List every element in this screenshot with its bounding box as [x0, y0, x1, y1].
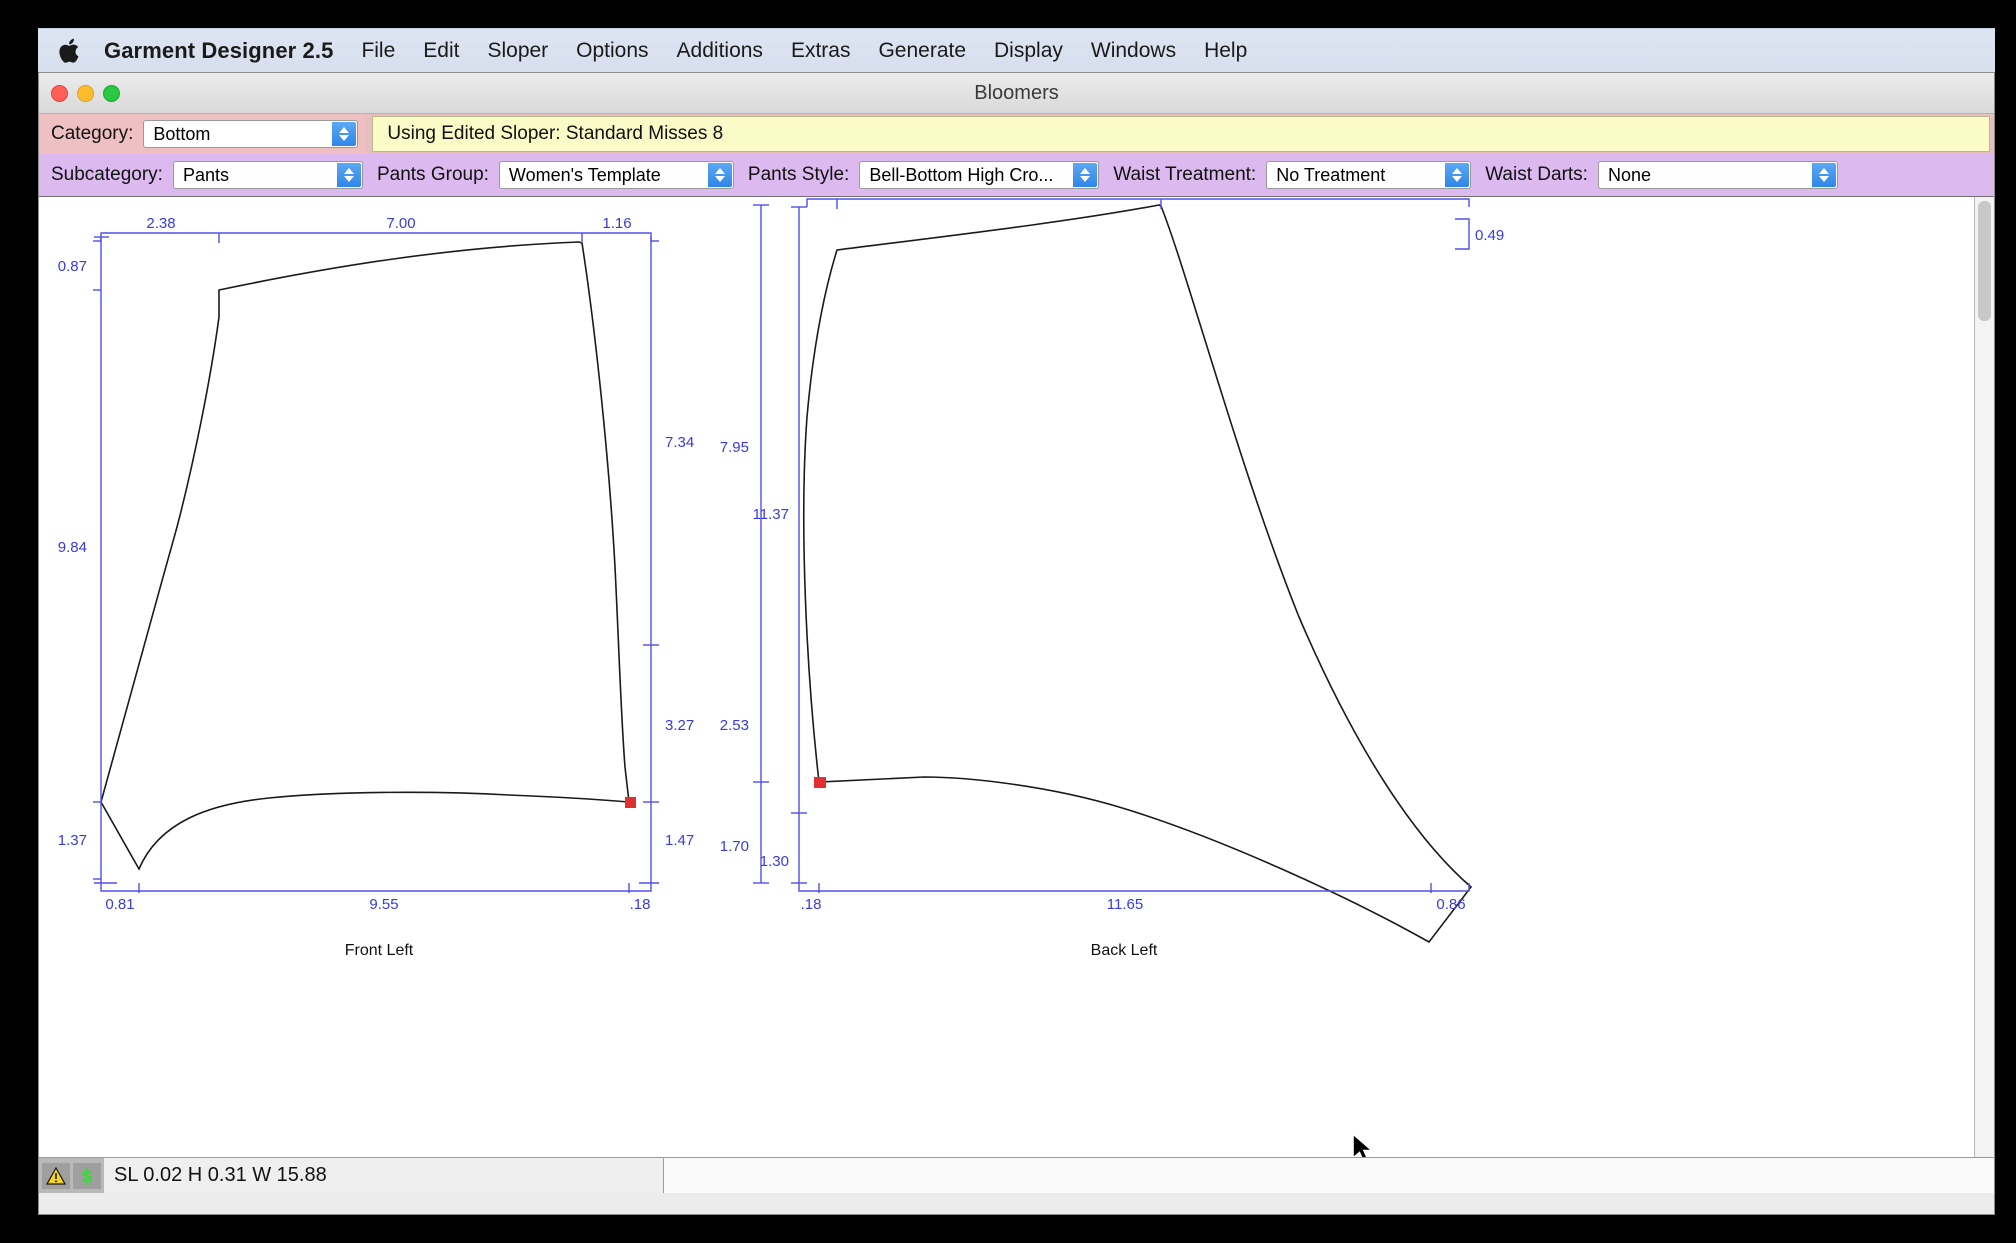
waist-darts-select-value: None — [1607, 164, 1651, 185]
category-select-value: Bottom — [153, 123, 211, 144]
dollar-sign-icon[interactable]: S — [73, 1162, 101, 1189]
front-left-dim-left-1: 0.87 — [58, 258, 87, 275]
back-left-dim-bottom-2: 11.65 — [1107, 896, 1143, 913]
menu-app-title[interactable]: Garment Designer 2.5 — [104, 38, 333, 64]
window-titlebar[interactable]: Bloomers — [39, 73, 1994, 114]
pattern-piece-front-left[interactable]: 2.38 7.00 1.16 0.87 9.84 1.37 7.34 3.27 … — [58, 215, 694, 959]
menu-item-help[interactable]: Help — [1204, 39, 1247, 63]
status-readout: SL 0.02 H 0.31 W 15.88 — [104, 1158, 664, 1193]
pants-group-select-value: Women's Template — [508, 164, 661, 185]
back-left-dim-bottom-1: .18 — [801, 896, 822, 913]
red-square-marker[interactable] — [625, 797, 636, 808]
front-left-dim-bottom-1: 0.81 — [105, 896, 134, 913]
status-bar: S SL 0.02 H 0.31 W 15.88 — [39, 1157, 1994, 1193]
front-left-dim-top-3: 1.16 — [602, 215, 631, 232]
front-left-dim-left-2: 9.84 — [58, 539, 87, 556]
scrollbar-thumb[interactable] — [1978, 201, 1991, 321]
menu-item-extras[interactable]: Extras — [791, 39, 851, 63]
menu-item-windows[interactable]: Windows — [1091, 39, 1176, 63]
front-left-dim-top-2: 7.00 — [386, 215, 415, 232]
back-left-dim-right-1: 0.49 — [1475, 227, 1504, 244]
sloper-status-banner: Using Edited Sloper: Standard Misses 8 — [372, 116, 1990, 152]
status-bar-filler — [664, 1158, 1994, 1193]
menu-item-file[interactable]: File — [361, 39, 395, 63]
pattern-drawing: 2.38 7.00 1.16 0.87 9.84 1.37 7.34 3.27 … — [58, 197, 1504, 959]
menu-item-options[interactable]: Options — [576, 39, 648, 63]
pants-style-field-group: Pants Style: Bell-Bottom High Cro... — [747, 161, 1100, 189]
front-left-dim-bottom-2: 9.55 — [369, 896, 398, 913]
front-left-dim-left-3: 1.37 — [58, 832, 87, 849]
back-left-dim-bottom-3: 0.86 — [1436, 896, 1465, 913]
front-left-dim-top-1: 2.38 — [146, 215, 175, 232]
pattern-canvas[interactable]: 2.38 7.00 1.16 0.87 9.84 1.37 7.34 3.27 … — [39, 196, 1994, 1157]
back-left-right-dimension-group — [1455, 218, 1470, 250]
waist-treatment-select-value: No Treatment — [1276, 164, 1386, 185]
chevron-updown-icon[interactable] — [1811, 163, 1836, 187]
back-left-dim-left-4: 1.70 — [720, 838, 749, 855]
pattern-piece-back-left[interactable]: 0.80 5.93 5.96 0.49 — [720, 197, 1504, 959]
back-left-top-dimension-group — [806, 198, 1470, 209]
chevron-updown-icon[interactable] — [332, 122, 357, 146]
pants-style-label: Pants Style: — [747, 164, 850, 185]
back-left-dim-left-5: 1.30 — [760, 853, 789, 870]
pants-style-select[interactable]: Bell-Bottom High Cro... — [859, 161, 1100, 189]
chevron-updown-icon[interactable] — [336, 163, 361, 187]
subcategory-field-group: Subcategory: Pants — [51, 161, 363, 189]
canvas-vertical-scrollbar[interactable] — [1974, 197, 1994, 1157]
pants-style-select-value: Bell-Bottom High Cro... — [869, 164, 1054, 185]
front-left-dim-right-1: 7.34 — [665, 434, 694, 451]
back-left-outline[interactable] — [802, 204, 1473, 944]
front-left-dim-right-2: 3.27 — [665, 717, 694, 734]
front-left-outline[interactable] — [100, 241, 630, 871]
waist-treatment-select[interactable]: No Treatment — [1266, 161, 1472, 189]
pants-group-label: Pants Group: — [376, 164, 489, 185]
subcategory-select-value: Pants — [182, 164, 229, 185]
front-left-right-dimension-group — [639, 237, 659, 884]
pants-group-field-group: Pants Group: Women's Template — [377, 161, 734, 189]
menu-item-sloper[interactable]: Sloper — [487, 39, 548, 63]
app-window: Bloomers Category: Bottom Using Edited S… — [38, 72, 1995, 1215]
chevron-updown-icon[interactable] — [1073, 163, 1098, 187]
waist-treatment-field-group: Waist Treatment: No Treatment — [1113, 161, 1472, 189]
menu-item-display[interactable]: Display — [994, 39, 1063, 63]
waist-darts-select[interactable]: None — [1597, 161, 1838, 189]
menu-item-additions[interactable]: Additions — [677, 39, 763, 63]
warning-triangle-icon[interactable] — [42, 1162, 70, 1189]
subcategory-select[interactable]: Pants — [172, 161, 363, 189]
back-left-dim-left-2: 11.37 — [753, 506, 789, 523]
status-bar-icon-group: S — [39, 1158, 104, 1193]
waist-darts-field-group: Waist Darts: None — [1485, 161, 1838, 189]
red-square-marker[interactable] — [814, 777, 826, 788]
subcategory-label: Subcategory: — [51, 164, 163, 185]
toolbar-category-row: Category: Bottom Using Edited Sloper: St… — [39, 114, 1994, 154]
pants-group-select[interactable]: Women's Template — [498, 161, 734, 189]
chevron-updown-icon[interactable] — [1445, 163, 1470, 187]
front-left-bottom-dimension-group — [100, 883, 652, 893]
back-left-piece-label: Back Left — [1091, 942, 1158, 959]
menu-item-generate[interactable]: Generate — [878, 39, 966, 63]
front-left-dim-right-3: 1.47 — [665, 832, 694, 849]
menu-item-edit[interactable]: Edit — [423, 39, 459, 63]
front-left-dim-bottom-3: .18 — [630, 896, 651, 913]
waist-treatment-label: Waist Treatment: — [1113, 164, 1257, 185]
apple-logo-icon[interactable] — [58, 36, 84, 66]
back-left-left-dimension-group — [753, 204, 807, 884]
window-title: Bloomers — [974, 81, 1059, 104]
front-left-top-dimension-group — [100, 232, 652, 243]
category-select[interactable]: Bottom — [143, 120, 359, 148]
category-label: Category: — [51, 123, 134, 144]
waist-darts-label: Waist Darts: — [1485, 164, 1588, 185]
category-field-group: Category: Bottom — [39, 114, 367, 154]
back-left-dim-left-3: 2.53 — [720, 717, 749, 734]
front-left-piece-label: Front Left — [345, 942, 414, 959]
chevron-updown-icon[interactable] — [707, 163, 732, 187]
mac-menu-bar: Garment Designer 2.5 File Edit Sloper Op… — [38, 28, 1995, 72]
toolbar-options-row: Subcategory: Pants Pants Group: Women's … — [39, 154, 1994, 196]
back-left-dim-left-1: 7.95 — [720, 439, 749, 456]
